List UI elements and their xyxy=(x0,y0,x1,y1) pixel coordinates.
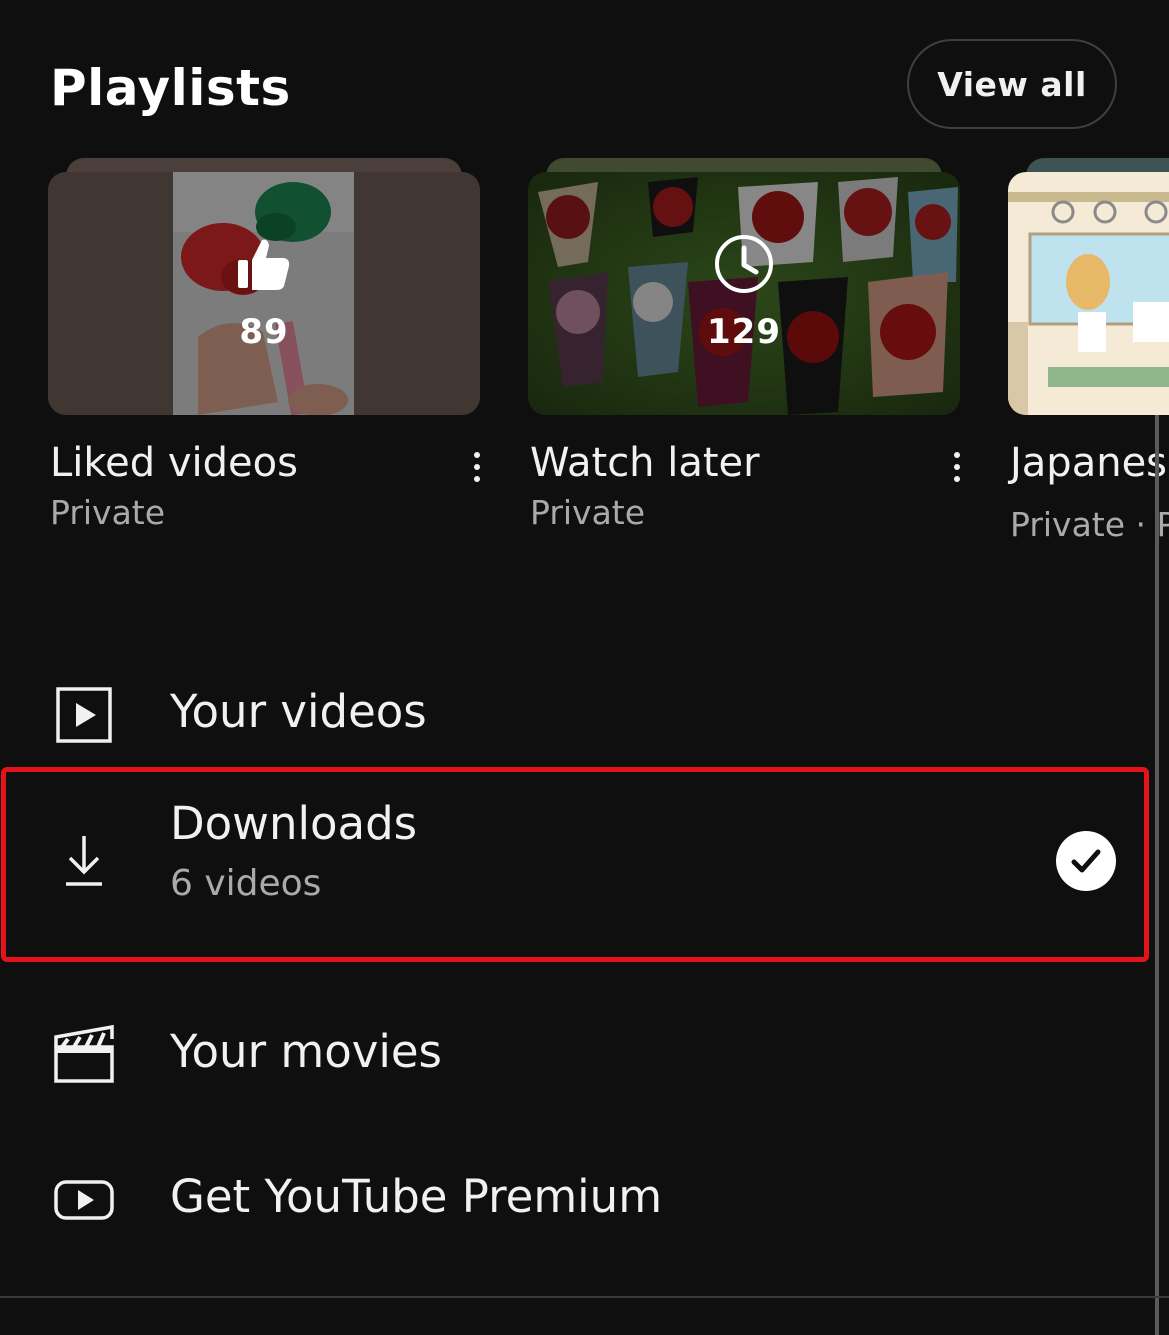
thumbnail-image xyxy=(1008,172,1169,415)
playlist-title[interactable]: Watch later xyxy=(530,440,760,486)
menu-item-label: Your videos xyxy=(170,685,427,738)
menu-item-your-movies[interactable]: Your movies xyxy=(0,995,1150,1115)
clapperboard-icon xyxy=(54,1024,114,1083)
downloads-count: 6 videos xyxy=(170,863,322,904)
playlist-privacy: Private xyxy=(530,493,646,532)
section-divider xyxy=(0,1296,1169,1298)
menu-item-downloads[interactable]: Downloads 6 videos xyxy=(0,775,1150,955)
menu-item-label: Downloads xyxy=(170,797,418,850)
playlist-privacy: Private xyxy=(50,493,166,532)
checkmark-icon xyxy=(1071,849,1101,873)
playlist-card-liked-videos[interactable]: 89 Liked videos Private xyxy=(48,150,480,550)
section-title: Playlists xyxy=(50,59,291,117)
playlist-overlay: 129 xyxy=(528,232,960,352)
playlist-card-watch-later[interactable]: 129 Watch later Private xyxy=(528,150,960,550)
playlists-header: Playlists View all xyxy=(0,0,1169,150)
playlist-overlay: 89 xyxy=(48,232,480,352)
downloaded-status-badge xyxy=(1056,831,1116,891)
view-all-button[interactable]: View all xyxy=(907,39,1117,129)
playlist-title[interactable]: Japanes xyxy=(1010,440,1167,486)
playlist-thumbnail[interactable] xyxy=(1008,172,1169,415)
menu-item-your-videos[interactable]: Your videos xyxy=(0,655,1150,775)
more-options-icon[interactable] xyxy=(942,442,972,492)
playlist-privacy: Private · P xyxy=(1010,505,1169,544)
thumbs-up-icon xyxy=(238,239,290,290)
menu-item-youtube-premium[interactable]: Get YouTube Premium xyxy=(0,1140,1150,1260)
download-icon xyxy=(66,836,102,886)
playlist-card-japanese[interactable]: Japanes Private · P xyxy=(1008,150,1169,550)
more-options-icon[interactable] xyxy=(462,442,492,492)
playlist-video-count: 129 xyxy=(707,312,781,352)
menu-item-label: Your movies xyxy=(170,1025,442,1078)
playlists-carousel[interactable]: 89 Liked videos Private 129 Watch later … xyxy=(0,150,1169,570)
playlist-thumbnail[interactable]: 129 xyxy=(528,172,960,415)
clock-icon xyxy=(715,235,773,293)
menu-item-label: Get YouTube Premium xyxy=(170,1170,663,1223)
youtube-logo-icon xyxy=(54,1180,114,1220)
playlist-thumbnail[interactable]: 89 xyxy=(48,172,480,415)
play-square-icon xyxy=(56,687,112,743)
playlist-video-count: 89 xyxy=(239,312,289,352)
playlist-title[interactable]: Liked videos xyxy=(50,440,298,486)
scrollbar[interactable] xyxy=(1155,415,1159,1335)
